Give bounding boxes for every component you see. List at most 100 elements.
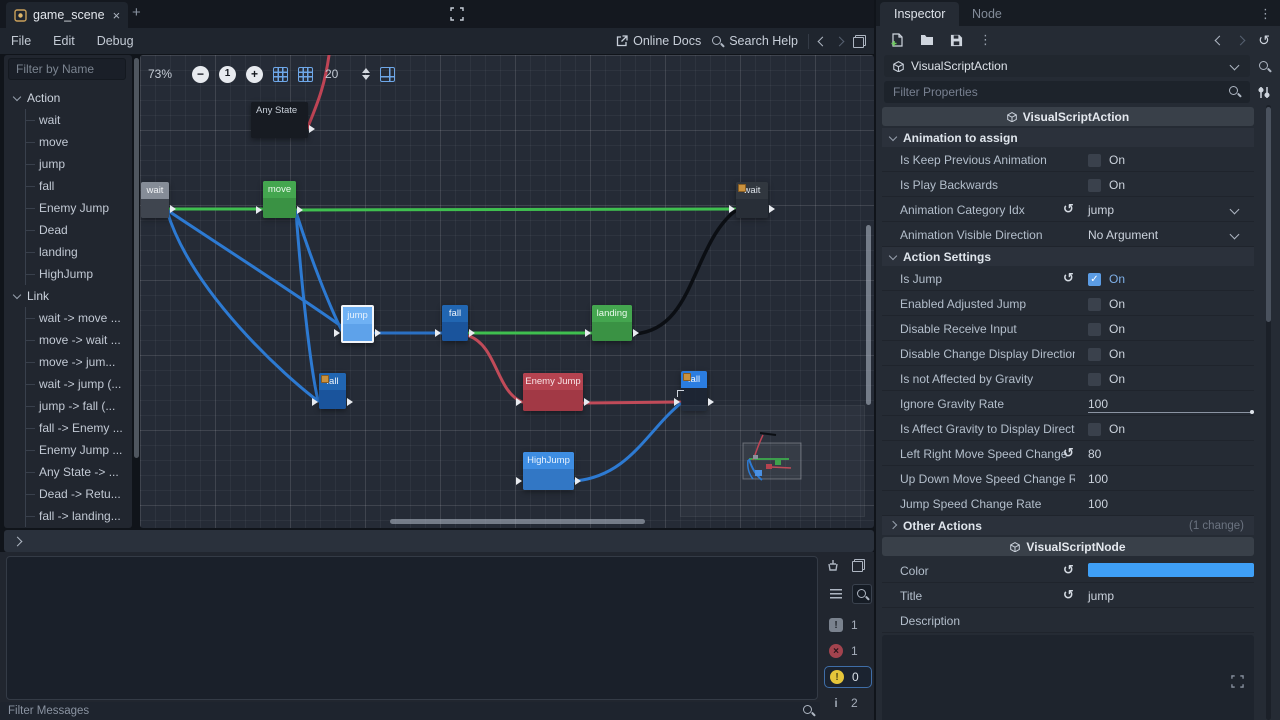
- property-dropdown[interactable]: jump: [1088, 203, 1114, 217]
- node-port-out[interactable]: [170, 205, 176, 213]
- sidebar-item-wait-move[interactable]: wait -> move ...: [26, 307, 124, 329]
- history-forward-icon[interactable]: [835, 36, 845, 46]
- sidebar-item-move-jum[interactable]: move -> jum...: [26, 351, 124, 373]
- property-checkbox[interactable]: On: [1088, 297, 1125, 311]
- property-checkbox[interactable]: On: [1088, 178, 1125, 192]
- property-checkbox[interactable]: On: [1088, 347, 1125, 361]
- filter-by-name-input[interactable]: [8, 58, 126, 80]
- script-panel-icon[interactable]: [853, 35, 866, 48]
- tree-section-action[interactable]: Action: [4, 87, 124, 109]
- property-number[interactable]: 100: [1088, 397, 1108, 411]
- graph-edge[interactable]: [167, 210, 341, 326]
- node-port-in[interactable]: [312, 398, 318, 406]
- sidebar-item-dead-retu[interactable]: Dead -> Retu...: [26, 483, 124, 505]
- node-port-in[interactable]: [516, 398, 522, 406]
- property-text[interactable]: jump: [1088, 589, 1114, 603]
- graph-node-enemy-jump[interactable]: Enemy Jump: [523, 373, 583, 411]
- graph-edge[interactable]: [296, 212, 342, 331]
- expand-graph-icon[interactable]: [450, 7, 464, 21]
- node-port-out[interactable]: [575, 477, 581, 485]
- snap-step-spinner[interactable]: [362, 68, 370, 80]
- graph-node-landing[interactable]: landing: [592, 305, 632, 341]
- zoom-reset-button[interactable]: 1: [219, 66, 236, 83]
- graph-canvas[interactable]: 73% − 1 + 20 Any Statewaitmovejumpfallla…: [140, 55, 874, 528]
- property-number[interactable]: 100: [1088, 472, 1108, 486]
- snap-step-value[interactable]: 20: [325, 67, 338, 81]
- tab-node[interactable]: Node: [958, 2, 1016, 26]
- graph-vscrollbar[interactable]: [866, 225, 871, 405]
- message-log-area[interactable]: [6, 556, 818, 700]
- sidebar-item-wait[interactable]: wait: [26, 109, 124, 131]
- node-port-out[interactable]: [633, 329, 639, 337]
- description-textarea[interactable]: [882, 635, 1254, 720]
- filter-error-button[interactable]: ×1: [824, 640, 872, 662]
- inspector-forward-icon[interactable]: [1236, 35, 1246, 45]
- zoom-out-button[interactable]: −: [192, 66, 209, 83]
- node-port-out[interactable]: [769, 205, 775, 213]
- node-port-in[interactable]: [585, 329, 591, 337]
- graph-node-wait[interactable]: wait: [736, 182, 768, 218]
- resource-menu-icon[interactable]: ⋮: [979, 32, 992, 48]
- node-port-in[interactable]: [435, 329, 441, 337]
- sidebar-item-fall-landing[interactable]: fall -> landing...: [26, 505, 124, 527]
- property-checkbox[interactable]: On: [1088, 322, 1125, 336]
- property-tools-icon[interactable]: [1254, 82, 1274, 102]
- graph-minimap[interactable]: [680, 405, 865, 517]
- filter-properties-input[interactable]: [884, 81, 1250, 103]
- revert-icon[interactable]: ↺: [1063, 201, 1074, 217]
- graph-edge[interactable]: [575, 404, 680, 481]
- tab-menu-icon[interactable]: ⋮: [1259, 6, 1272, 22]
- node-port-in[interactable]: [334, 329, 340, 337]
- graph-edge[interactable]: [633, 211, 735, 334]
- property-dropdown[interactable]: No Argument: [1088, 228, 1158, 242]
- property-checkbox[interactable]: On: [1088, 422, 1125, 436]
- sidebar-item-jump-fall[interactable]: jump -> fall (...: [26, 395, 124, 417]
- revert-icon[interactable]: ↺: [1063, 445, 1074, 461]
- bottom-expand-strip[interactable]: [4, 530, 874, 552]
- tab-game-scene[interactable]: game_scene ×: [6, 2, 128, 28]
- sidebar-item-move[interactable]: move: [26, 131, 124, 153]
- property-checkbox[interactable]: On: [1088, 372, 1125, 386]
- section-action-settings[interactable]: Action Settings: [882, 247, 1254, 266]
- graph-node-fall[interactable]: fall: [442, 305, 468, 341]
- object-selector[interactable]: VisualScriptAction: [884, 55, 1250, 77]
- online-docs-button[interactable]: Online Docs: [616, 34, 701, 48]
- slider-track[interactable]: [1088, 412, 1254, 413]
- sidebar-item-landing[interactable]: landing: [26, 241, 124, 263]
- sidebar-scrollbar[interactable]: [134, 58, 139, 458]
- graph-node-move[interactable]: move: [263, 181, 296, 218]
- inspector-scrollbar[interactable]: [1266, 105, 1271, 720]
- node-port-in[interactable]: [516, 477, 522, 485]
- sidebar-item-enemy-jump[interactable]: Enemy Jump: [26, 197, 124, 219]
- node-port-out[interactable]: [584, 398, 590, 406]
- close-icon[interactable]: ×: [113, 8, 121, 23]
- menu-edit[interactable]: Edit: [42, 34, 86, 48]
- new-resource-icon[interactable]: [890, 33, 904, 47]
- node-port-out[interactable]: [469, 329, 475, 337]
- filter-info-button[interactable]: i2: [824, 692, 872, 714]
- sidebar-item-any-state[interactable]: Any State -> ...: [26, 461, 124, 483]
- clear-log-icon[interactable]: [826, 558, 840, 572]
- search-toggle-icon[interactable]: [852, 584, 872, 604]
- graph-node-highjump[interactable]: HighJump: [523, 452, 574, 490]
- node-port-out[interactable]: [347, 398, 353, 406]
- revert-icon[interactable]: ↺: [1063, 587, 1074, 603]
- graph-node-wait[interactable]: wait: [141, 182, 169, 218]
- filter-warning-button[interactable]: !0: [824, 666, 872, 688]
- search-help-button[interactable]: Search Help: [711, 34, 798, 48]
- property-number[interactable]: 80: [1088, 447, 1101, 461]
- history-icon[interactable]: ↺: [1258, 32, 1270, 49]
- save-resource-icon[interactable]: [950, 34, 963, 47]
- graph-edge[interactable]: [469, 336, 522, 402]
- sidebar-item-dead[interactable]: Dead: [26, 219, 124, 241]
- doc-search-icon[interactable]: [1254, 56, 1274, 76]
- sidebar-item-enemy-jump[interactable]: Enemy Jump ...: [26, 439, 124, 461]
- zoom-in-button[interactable]: +: [246, 66, 263, 83]
- graph-edge[interactable]: [167, 211, 318, 401]
- sidebar-item-fall-enemy[interactable]: fall -> Enemy ...: [26, 417, 124, 439]
- sidebar-item-move-wait[interactable]: move -> wait ...: [26, 329, 124, 351]
- search-messages-icon[interactable]: [802, 704, 815, 717]
- property-checkbox[interactable]: On: [1088, 153, 1125, 167]
- sidebar-item-highjump[interactable]: HighJump: [26, 263, 124, 285]
- graph-node-jump[interactable]: jump: [341, 305, 374, 343]
